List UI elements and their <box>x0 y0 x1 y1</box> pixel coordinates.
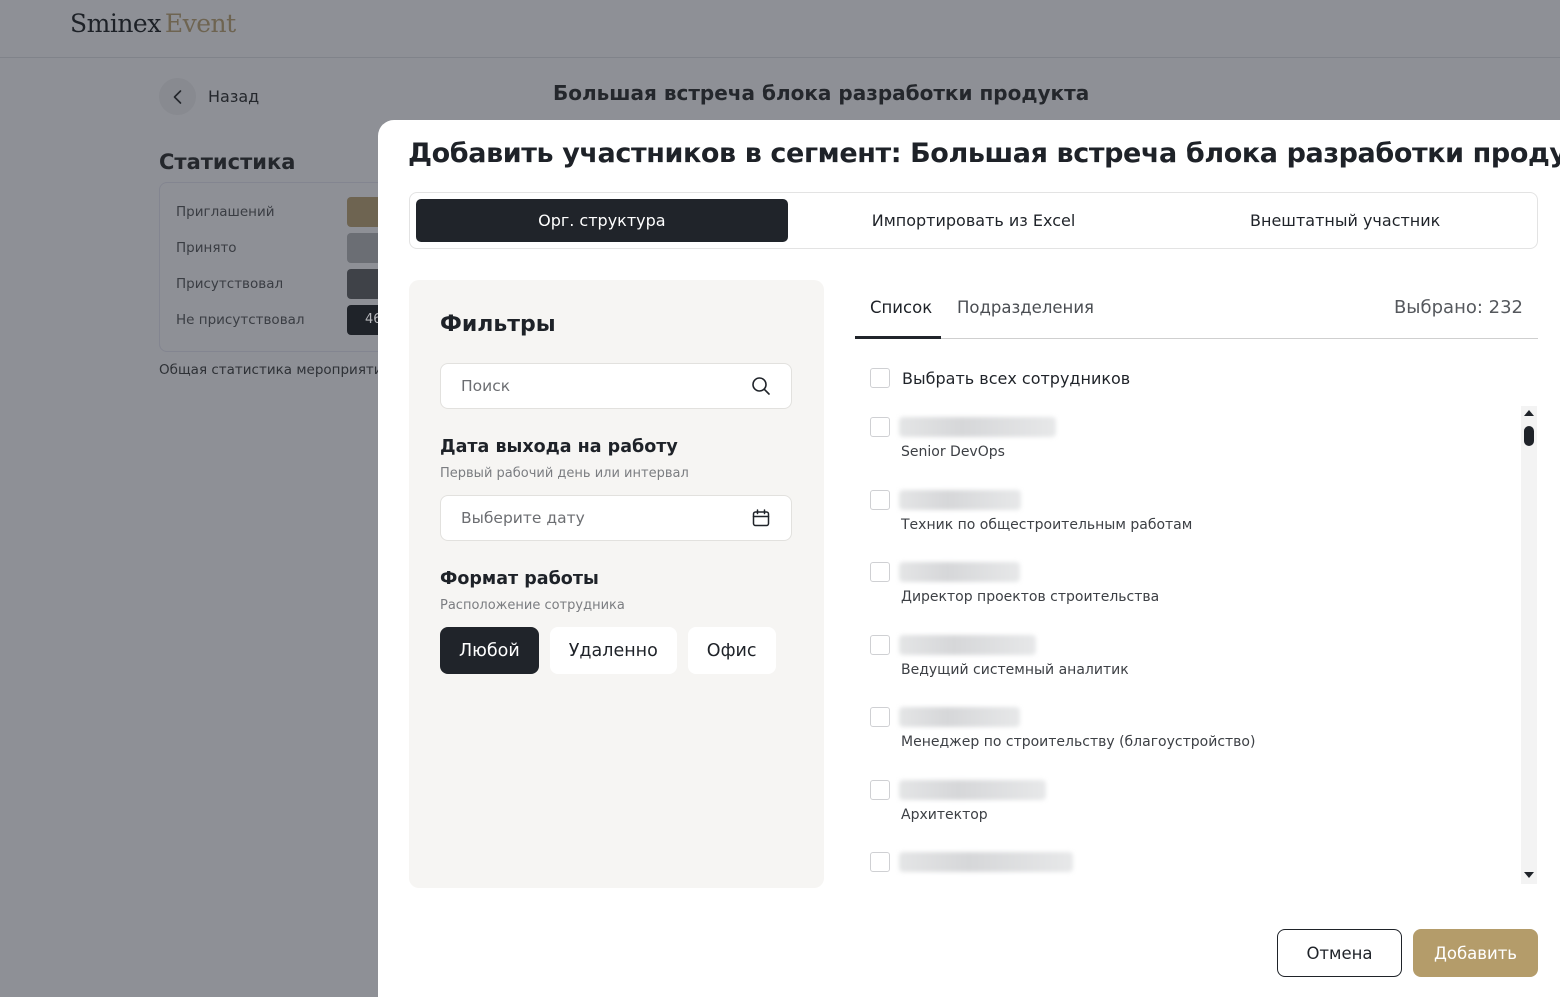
list-scrollbar[interactable] <box>1521 406 1537 884</box>
employee-checkbox[interactable] <box>870 489 890 510</box>
format-office-button[interactable]: Офис <box>687 627 776 674</box>
format-remote-button[interactable]: Удаленно <box>549 627 677 674</box>
logo-sub: Event <box>164 9 236 38</box>
scroll-down-arrow[interactable] <box>1524 872 1534 878</box>
format-any-button[interactable]: Любой <box>440 627 539 674</box>
cancel-button[interactable]: Отмена <box>1277 929 1402 977</box>
employee-name-line <box>870 561 1159 583</box>
employee-row[interactable] <box>870 851 1073 879</box>
stats-panel: Приглашений Принято Присутствовал Не присут… <box>159 182 389 352</box>
employee-row[interactable]: Ведущий системный аналитик <box>870 634 1129 678</box>
active-tab-indicator <box>855 336 941 339</box>
employee-checkbox[interactable] <box>870 417 890 437</box>
back-button[interactable]: Назад <box>159 78 259 115</box>
stats-row-label: Не присутствовал <box>176 312 305 328</box>
stats-caption: Общая статистика мероприятия <box>159 362 391 378</box>
app-logo[interactable]: Sminex Event <box>70 9 236 38</box>
search-input[interactable] <box>461 377 741 395</box>
employee-name-redacted <box>899 634 1036 655</box>
select-all-row[interactable]: Выбрать всех сотрудников <box>870 368 1130 388</box>
employee-row[interactable]: Директор проектов строительства <box>870 561 1159 605</box>
modal-title: Добавить участников в сегмент: Большая в… <box>408 138 1560 169</box>
employee-position: Архитектор <box>901 806 988 823</box>
employee-position: Менеджер по строительству (благоустройст… <box>901 734 1256 750</box>
chevron-left-icon <box>173 89 181 104</box>
employee-name-line <box>870 489 1192 511</box>
date-input[interactable] <box>461 509 741 527</box>
search-field[interactable] <box>440 363 792 409</box>
tab-departments[interactable]: Подразделения <box>957 298 1094 317</box>
work-format-options: Любой Удаленно Офис <box>440 627 776 674</box>
employee-checkbox[interactable] <box>870 852 890 872</box>
add-participants-modal: Добавить участников в сегмент: Большая в… <box>378 120 1560 997</box>
stats-title: Статистика <box>159 150 296 174</box>
select-all-checkbox[interactable] <box>870 368 890 388</box>
add-button[interactable]: Добавить <box>1413 929 1538 977</box>
employee-row[interactable]: Senior DevOps <box>870 416 1056 460</box>
employee-position: Директор проектов строительства <box>901 589 1160 605</box>
employee-position: Ведущий системный аналитик <box>901 661 1129 678</box>
back-circle <box>159 78 196 115</box>
start-date-subtitle: Первый рабочий день или интервал <box>440 466 689 481</box>
employee-name-redacted <box>899 489 1021 510</box>
employee-position: Техник по общестроительным работам <box>901 516 1193 533</box>
stats-row-label: Принято <box>176 240 237 256</box>
list-tabs: Список Подразделения Выбрано: 232 <box>855 280 1538 339</box>
event-title: Большая встреча блока разработки продукт… <box>553 81 1090 105</box>
start-date-heading: Дата выхода на работу <box>440 437 678 457</box>
filters-title: Фильтры <box>440 312 556 337</box>
employee-checkbox[interactable] <box>870 634 890 655</box>
employee-name-line <box>870 851 1073 873</box>
employee-name-redacted <box>899 562 1020 582</box>
stats-row-label: Приглашений <box>176 204 275 220</box>
tab-import-excel[interactable]: Импортировать из Excel <box>788 199 1160 242</box>
employee-name-line <box>870 779 1046 801</box>
employee-position: Senior DevOps <box>901 444 1005 460</box>
employee-name-redacted <box>899 707 1020 727</box>
employee-name-redacted <box>899 779 1046 800</box>
tab-org-structure[interactable]: Орг. структура <box>416 199 788 242</box>
work-format-heading: Формат работы <box>440 569 599 589</box>
employee-checkbox[interactable] <box>870 779 890 800</box>
date-picker-field[interactable] <box>440 495 792 541</box>
employee-list[interactable]: Senior DevOps Техник по общестроительным … <box>855 404 1521 884</box>
employee-name-line <box>870 634 1129 656</box>
scroll-up-arrow[interactable] <box>1524 410 1534 416</box>
logo-main: Sminex <box>70 9 161 38</box>
employee-row[interactable]: Техник по общестроительным работам <box>870 489 1192 533</box>
employee-row[interactable]: Менеджер по строительству (благоустройст… <box>870 706 1255 750</box>
select-all-label: Выбрать всех сотрудников <box>902 368 1131 388</box>
tab-external-participant[interactable]: Внештатный участник <box>1159 199 1531 242</box>
filters-panel: Фильтры Дата выхода на работу Первый раб… <box>409 280 824 888</box>
source-tabs: Орг. структура Импортировать из Excel Внеш… <box>409 192 1538 249</box>
calendar-icon[interactable] <box>751 508 771 528</box>
employee-name-line <box>870 706 1255 728</box>
tab-list[interactable]: Список <box>870 298 932 317</box>
employee-row[interactable]: Архитектор <box>870 779 1046 823</box>
back-label: Назад <box>208 87 260 106</box>
selected-count: Выбрано: 232 <box>1393 297 1523 318</box>
employee-checkbox[interactable] <box>870 707 890 727</box>
app-header: Sminex Event <box>0 0 1560 58</box>
scroll-thumb[interactable] <box>1524 426 1534 446</box>
employee-name-redacted <box>899 417 1056 437</box>
work-format-subtitle: Расположение сотрудника <box>440 598 625 613</box>
search-icon[interactable] <box>751 376 771 396</box>
employee-name-line <box>870 416 1056 438</box>
stats-row-label: Присутствовал <box>176 276 284 292</box>
employee-checkbox[interactable] <box>870 562 890 582</box>
employee-name-redacted <box>899 852 1073 872</box>
